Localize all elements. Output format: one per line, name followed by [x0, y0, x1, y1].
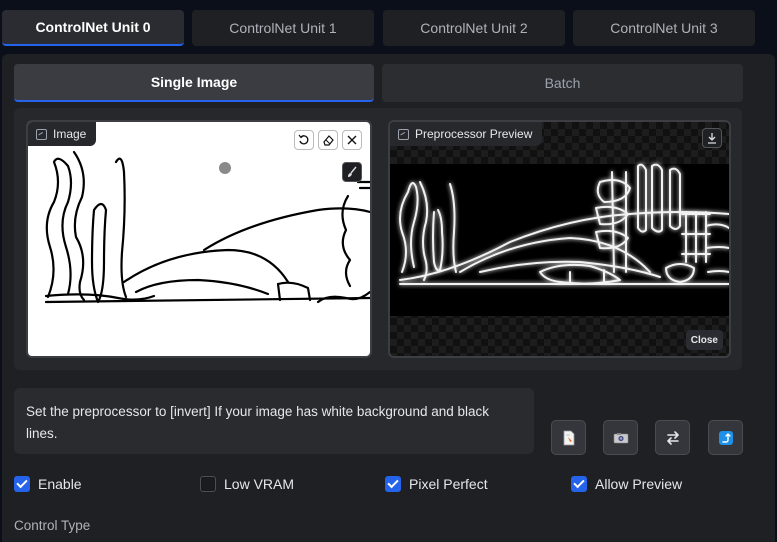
undo-icon	[298, 134, 309, 145]
enable-label: Enable	[38, 476, 82, 492]
close-icon	[347, 135, 357, 145]
hint-text: Set the preprocessor to [invert] If your…	[26, 404, 490, 441]
brush-button[interactable]	[342, 162, 362, 182]
tab-controlnet-unit-1[interactable]: ControlNet Unit 1	[192, 10, 374, 46]
preview-label-text: Preprocessor Preview	[415, 127, 533, 141]
image-label: Image	[28, 122, 97, 146]
tab-controlnet-unit-0[interactable]: ControlNet Unit 0	[2, 10, 184, 46]
control-type-label: Control Type	[14, 518, 91, 533]
allow-preview-label: Allow Preview	[595, 476, 683, 492]
eraser-button[interactable]	[318, 130, 338, 150]
eraser-icon	[323, 135, 334, 146]
low-vram-checkbox-row[interactable]: Low VRAM	[200, 474, 294, 494]
pixel-perfect-label: Pixel Perfect	[409, 476, 488, 492]
pixel-perfect-checkbox[interactable]	[385, 476, 401, 492]
clear-button[interactable]	[342, 130, 362, 150]
sketch-drawing	[44, 150, 370, 304]
image-label-text: Image	[53, 127, 87, 141]
image-canvas[interactable]: Image	[26, 120, 372, 358]
enable-checkbox-row[interactable]: Enable	[14, 474, 82, 494]
new-canvas-icon	[563, 430, 574, 445]
tab-controlnet-unit-3[interactable]: ControlNet Unit 3	[573, 10, 755, 46]
tab-single-image[interactable]: Single Image	[14, 64, 374, 102]
undo-button[interactable]	[294, 130, 314, 150]
preprocessor-preview: Preprocessor Preview Close	[388, 120, 731, 358]
low-vram-label: Low VRAM	[224, 476, 295, 492]
brush-icon	[348, 166, 357, 177]
lineart-preview	[399, 163, 729, 285]
unit-tab-bar: ControlNet Unit 0 ControlNet Unit 1 Cont…	[0, 0, 777, 50]
tab-controlnet-unit-2[interactable]: ControlNet Unit 2	[383, 10, 565, 46]
send-dimensions-icon	[718, 430, 733, 445]
allow-preview-checkbox-row[interactable]: Allow Preview	[571, 474, 682, 494]
download-icon	[708, 133, 716, 144]
swap-button[interactable]	[655, 420, 690, 455]
preview-label: Preprocessor Preview	[390, 122, 543, 146]
image-icon	[36, 128, 47, 140]
pixel-perfect-checkbox-row[interactable]: Pixel Perfect	[385, 474, 488, 494]
tab-batch[interactable]: Batch	[382, 64, 743, 102]
hint-message: Set the preprocessor to [invert] If your…	[14, 388, 534, 454]
new-canvas-button[interactable]	[551, 420, 586, 455]
close-preview-button[interactable]: Close	[685, 330, 723, 350]
allow-preview-checkbox[interactable]	[571, 476, 587, 492]
swap-icon	[666, 430, 679, 445]
low-vram-checkbox[interactable]	[200, 476, 216, 492]
download-button[interactable]	[702, 128, 722, 148]
webcam-button[interactable]	[603, 420, 638, 455]
send-dimensions-button[interactable]	[708, 420, 743, 455]
camera-icon	[613, 432, 628, 443]
enable-checkbox[interactable]	[14, 476, 30, 492]
image-icon	[398, 128, 409, 140]
